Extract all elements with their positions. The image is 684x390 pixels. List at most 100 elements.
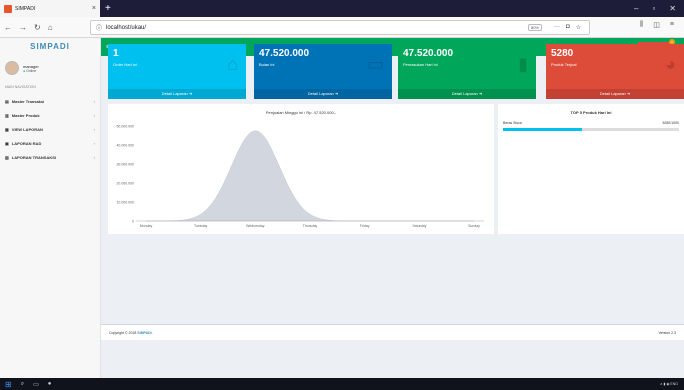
bookmark-star-icon[interactable]: ☆ [576,24,581,31]
pocket-icon[interactable]: ◘ [566,24,570,31]
user-status: ● Online [23,69,39,73]
pie-icon: ◕ [665,54,676,74]
detail-link-label: Detail Laporan [451,91,478,96]
product-value: 5280/1000 [662,121,679,125]
sidebar-item-laporan-transaksi[interactable]: ▧ LAPORAN TRANSAKSI ‹ [0,150,100,164]
stat-boxes: 1 Order Hari ini ⌂ Detail Laporan ➜ 47.5… [108,44,684,100]
new-tab-icon[interactable]: + [105,3,111,14]
toolbar-right: ⫼ ◫ ≡ [640,21,674,29]
app-logo[interactable]: SIMPADI [0,38,100,56]
x-tick-label: Sunday [468,224,480,228]
chart-title: Penjualan Minggu ini / Rp. 47.520.000,- [265,110,337,115]
browser-tab[interactable]: SIMPADI × [0,0,100,17]
footer-brand-link[interactable]: SIMPADI. [137,331,152,335]
chevron-icon: ‹ [93,112,95,118]
window-controls: – ▫ ✕ [634,4,684,13]
stat-label: Pemasukan Hari ini [403,62,438,67]
stat-value: 5280 [551,48,574,59]
tab-title: SIMPADI [15,5,36,12]
os-taskbar: ⊞ ⌕ ▭ ● ∧ ▮ ◉ ENG [0,378,684,390]
url-bar[interactable]: ⓘ localhost/ukau/ 80% ··· ◘ ☆ [90,20,590,35]
back-icon[interactable]: ← [4,23,12,32]
detail-link-label: Detail Laporan [161,91,188,96]
browser-tabbar: SIMPADI × + – ▫ ✕ [0,0,684,17]
report-icon: ▣ [5,140,9,146]
url-text: localhost/ukau/ [106,24,147,31]
sidebar-item-label: LAPORAN TRANSAKSI [11,154,57,160]
maximize-icon[interactable]: ▫ [652,4,655,13]
chevron-icon: ‹ [93,126,95,132]
sidebar-item-master-produk[interactable]: ▥ Master Produk ‹ [0,108,100,122]
detail-link[interactable]: Detail Laporan ➜ [254,89,392,99]
product-progress [503,128,679,131]
detail-link-label: Detail Laporan [307,91,334,96]
receipt-icon: ▧ [5,154,9,160]
url-actions: ··· ◘ ☆ [554,24,581,31]
detail-link-label: Detail Laporan [599,91,626,96]
close-window-icon[interactable]: ✕ [669,4,676,13]
detail-link[interactable]: Detail Laporan ➜ [398,89,536,99]
info-icon[interactable]: ⓘ [96,23,102,32]
sales-area [146,130,474,222]
top-products-panel: TOP 5 Produk Hari Ini Beras Sisca 5280/1… [498,104,684,234]
user-panel: manager ● Online [0,56,100,80]
bag-icon: ⌂ [227,54,238,74]
version-text: Version 2.3 [658,330,676,335]
stat-box-products: 5280 Produk Terjual ◕ Detail Laporan ➜ [546,44,684,99]
sidebar-toggle-icon[interactable]: ◫ [653,21,660,29]
x-tick-label: Wednesday [246,224,265,228]
browser-app-icon[interactable]: ● [48,381,52,387]
y-tick-label: 20.000.000 [116,182,134,186]
product-row: Beras Sisca 5280/1000 [498,121,684,125]
money-icon: ▭ [366,54,384,74]
minimize-icon[interactable]: – [634,4,638,13]
avatar [5,61,19,75]
library-icon[interactable]: ⫼ [640,21,643,29]
sidebar-item-laporan-rad[interactable]: ▣ LAPORAN RAD ‹ [0,136,100,150]
chevron-icon: ‹ [93,140,95,146]
browser-navbar: ← → ↻ ⌂ ⓘ localhost/ukau/ 80% ··· ◘ ☆ ⫼ … [0,17,684,38]
windows-start-icon[interactable]: ⊞ [5,380,12,389]
task-view-icon[interactable]: ▭ [33,381,39,388]
home-icon[interactable]: ⌂ [48,23,53,32]
chevron-icon: ‹ [93,98,95,104]
copyright-text: Copyright © 2018 [109,330,137,335]
stat-box-month: 47.520.000 Bulan ini ▭ Detail Laporan ➜ [254,44,392,99]
reload-icon[interactable]: ↻ [34,23,41,32]
x-tick-label: Thursday [303,224,318,228]
bars-icon: ▮ [518,54,528,74]
online-dot-icon: ● [23,68,26,73]
sidebar-item-view-laporan[interactable]: ▦ VIEW LAPORAN ‹ [0,122,100,136]
stat-label: Produk Terjual [551,62,577,67]
stat-box-income: 47.520.000 Pemasukan Hari ini ▮ Detail L… [398,44,536,99]
y-tick-label: 30.000.000 [116,163,134,167]
sidebar-item-label: Master Produk [11,112,40,118]
box-icon: ▥ [5,112,9,118]
sidebar-item-master-transaksi[interactable]: ▤ Master Transaksi ‹ [0,94,100,108]
sales-chart-panel: Penjualan Minggu ini / Rp. 47.520.000,- … [108,104,494,234]
y-tick-label: 50.000.000 [116,125,134,129]
product-name: Beras Sisca [503,121,522,125]
stat-value: 47.520.000 [403,48,454,59]
chart-icon: ▦ [5,126,9,132]
zoom-level[interactable]: 80% [527,24,542,31]
wallet-icon: ▤ [5,98,9,104]
stat-box-order: 1 Order Hari ini ⌂ Detail Laporan ➜ [108,44,246,99]
forward-icon[interactable]: → [19,23,27,32]
chevron-icon: ‹ [93,154,95,160]
x-tick-label: Saturday [412,224,426,228]
detail-link[interactable]: Detail Laporan ➜ [108,89,246,99]
detail-link[interactable]: Detail Laporan ➜ [546,89,684,99]
menu-icon[interactable]: ≡ [670,21,674,29]
y-tick-label: 0 [132,220,134,224]
search-icon[interactable]: ⌕ [21,381,24,388]
sidebar-item-label: VIEW LAPORAN [11,126,43,132]
x-tick-label: Tuesday [194,224,208,228]
stat-value: 1 [113,48,119,59]
nav-header: MAIN NAVIGATION [5,85,36,89]
y-tick-label: 10.000.000 [116,201,134,205]
favicon-icon [4,4,12,13]
close-tab-icon[interactable]: × [92,5,96,12]
sales-chart: 50.000.000 40.000.000 30.000.000 20.000.000… [116,125,484,228]
more-icon[interactable]: ··· [554,24,560,31]
